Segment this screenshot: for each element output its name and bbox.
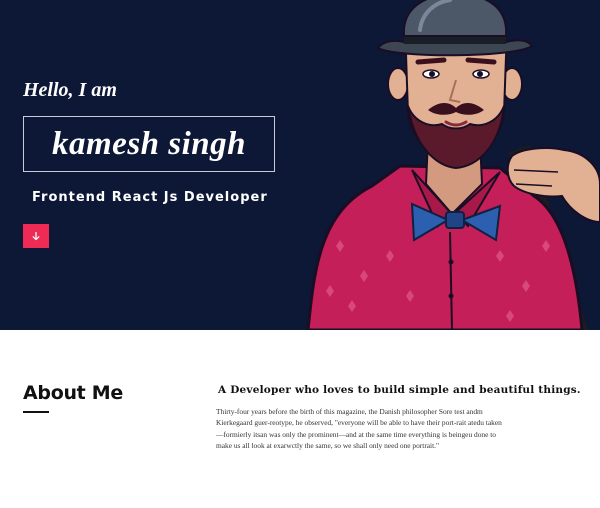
hero-greeting: Hello, I am [23,79,117,101]
about-title-underline [23,411,49,413]
about-headline: A Developer who loves to build simple an… [218,384,581,396]
about-body-text: Thirty-four years before the birth of th… [216,407,502,451]
developer-illustration [306,0,600,330]
arrow-down-icon [32,231,40,240]
hero-name-box: kamesh singh [23,116,275,172]
scroll-down-button[interactable] [23,224,49,248]
hero-role: Frontend React Js Developer [32,190,268,205]
about-title: About Me [23,382,123,404]
hero-section: Hello, I am kamesh singh Frontend React … [0,0,600,330]
hero-name: kamesh singh [52,126,246,162]
